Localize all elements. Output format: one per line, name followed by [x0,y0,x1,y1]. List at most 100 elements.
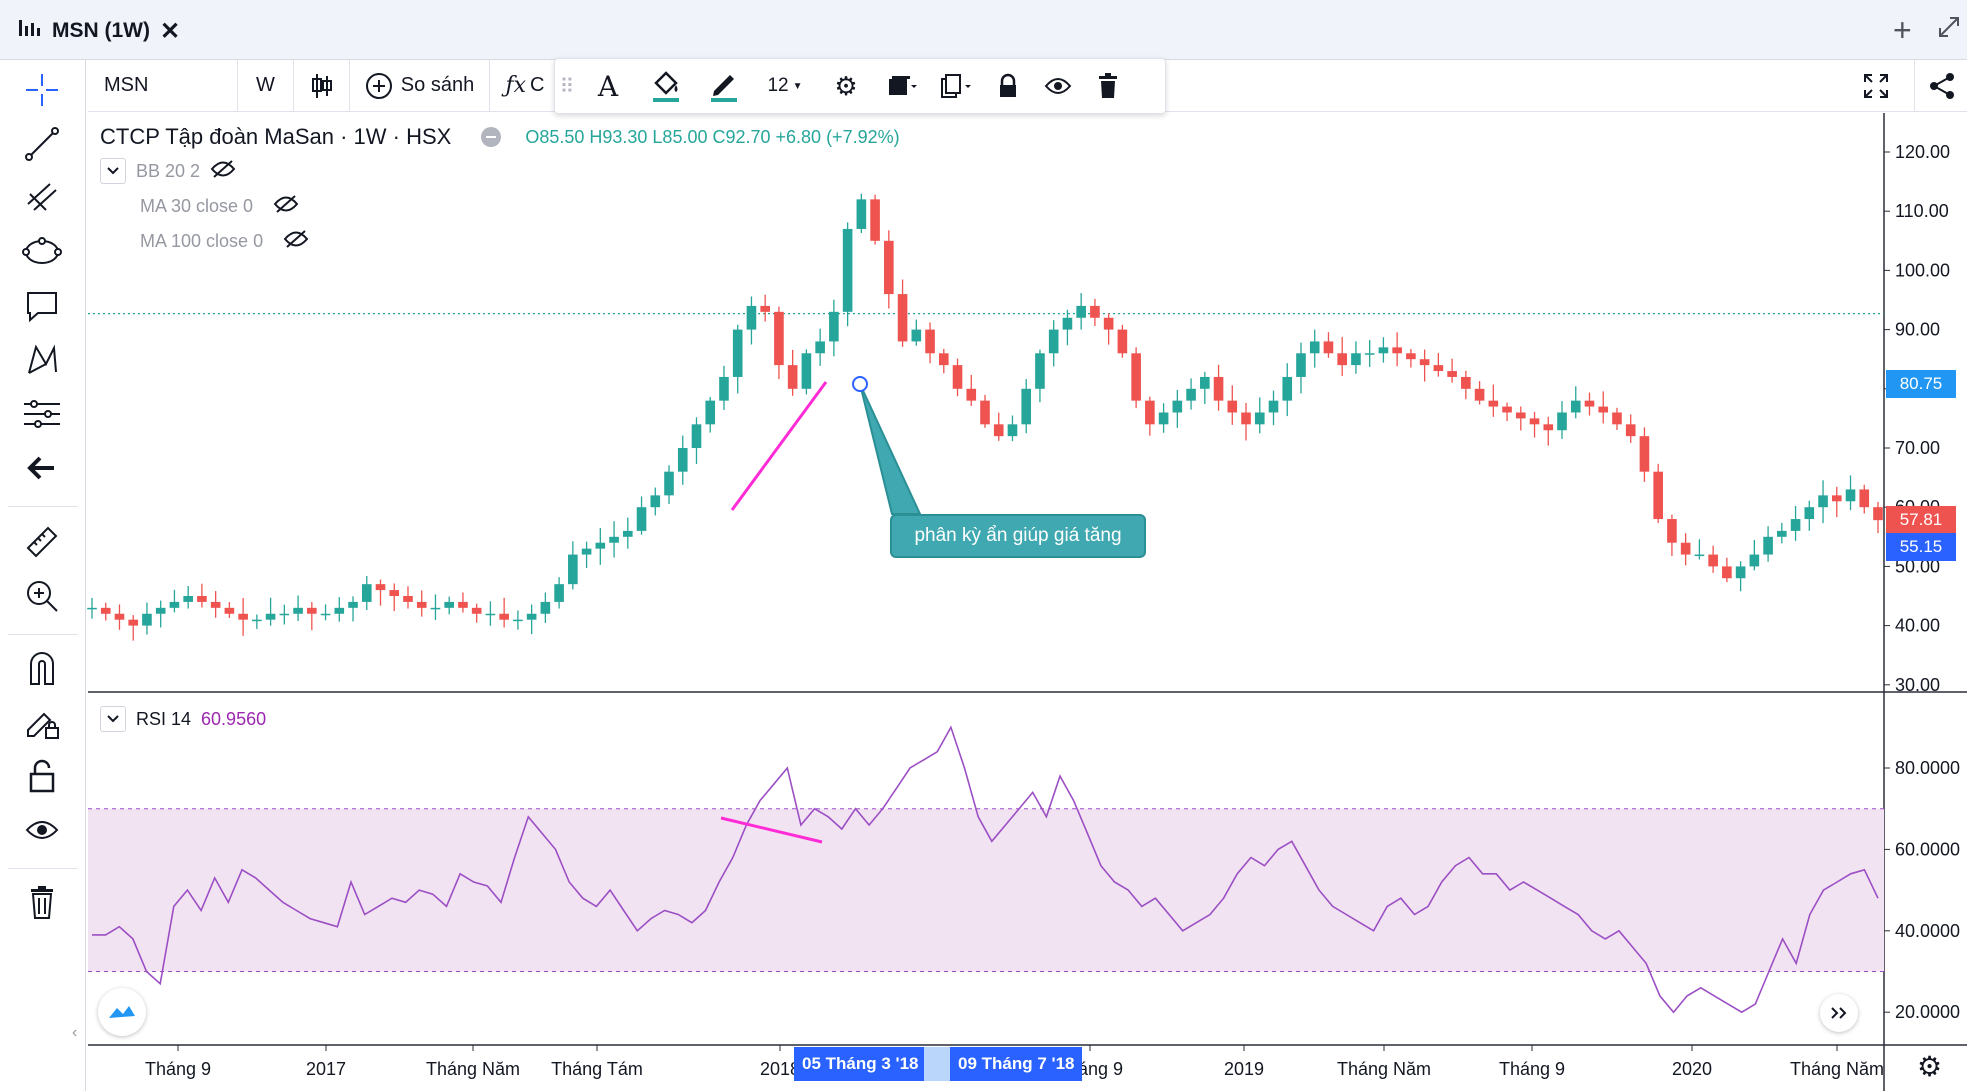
candle-body [1392,347,1402,354]
candle-body [252,619,262,622]
candle-body [1447,371,1457,377]
indicator-ma30: MA 30 close 0 [140,196,254,216]
price-tick-label: 70.00 [1895,438,1940,458]
legend-title: CTCP Tập đoàn MaSan · 1W · HSX [100,124,452,149]
candle-body [389,590,400,596]
candle-body [1804,507,1815,520]
candle-body [1831,495,1842,502]
collapse-sidebar-icon[interactable]: ‹ [72,1024,77,1042]
last-price-value: 57.81 [1899,510,1943,529]
legend-chevron-icon[interactable] [100,158,126,184]
candle-body [1158,412,1169,425]
candle-body [1667,519,1677,543]
x-range-end-badge: 09 Tháng 7 '18 [950,1047,1082,1081]
hidden-eye-icon[interactable] [283,229,309,254]
rsi-chevron-icon[interactable] [100,706,126,732]
rsi-value: 60.9560 [201,708,267,729]
candle-body [746,305,757,330]
price-tick-label: 100.00 [1895,260,1950,280]
candle-body [1570,400,1581,413]
collapse-legend-icon[interactable] [481,127,502,147]
hidden-eye-icon[interactable] [210,159,236,184]
x-range-end: 09 Tháng 7 '18 [958,1054,1075,1073]
candle-body [320,613,331,616]
price-tick-label: 30.00 [1895,675,1940,695]
x-range-start-badge: 05 Tháng 3 '18 [794,1047,924,1081]
candle-body [691,424,702,448]
candle-body [760,305,770,312]
annotation-callout[interactable]: phân kỳ ẩn giúp giá tăng [890,514,1146,558]
candle-body [458,601,468,608]
candle-body [664,471,674,496]
candle-body [1598,406,1609,413]
scroll-right-icon[interactable] [1820,994,1858,1032]
candle-body [485,613,496,616]
candle-body [1612,412,1622,425]
time-tick-label: Tháng Tám [551,1059,643,1079]
candle-body [1378,347,1389,354]
candle-body [1268,400,1279,413]
candle-body [595,542,606,549]
hidden-eye-icon[interactable] [273,194,299,219]
candle-body [677,448,688,472]
time-tick-label: Tháng Năm [426,1059,520,1079]
candle-body [787,365,798,389]
candle-body [1515,412,1526,419]
candle-body [87,607,97,610]
candle-body [1708,554,1718,567]
candle-body [416,601,427,608]
rsi-legend: RSI 14 60.9560 [100,706,266,732]
candle-body [1406,353,1416,360]
price-tick-label: 40.00 [1895,616,1940,636]
rsi-tick-label: 20.0000 [1895,1002,1960,1022]
candle-body [609,536,619,543]
candle-body [897,294,908,342]
candle-body [1818,495,1828,508]
rsi-tick-label: 60.0000 [1895,839,1960,859]
candle-body [1227,400,1238,413]
candle-body [334,607,345,614]
logo-icon[interactable] [98,988,146,1036]
rsi-tick-label: 80.0000 [1895,758,1960,778]
candle-body [993,424,1004,437]
rsi-name: RSI 14 [136,708,192,729]
x-range-start: 05 Tháng 3 '18 [802,1054,919,1073]
candle-body [142,613,152,626]
chart-settings-gear-icon[interactable]: ⚙ [1917,1050,1942,1083]
candle-body [155,607,166,614]
price-tick-label: 110.00 [1895,201,1949,221]
candle-body [540,601,551,614]
candle-body [622,530,633,537]
candle-body [499,613,509,620]
candle-body [1502,406,1512,413]
candle-body [1557,412,1567,431]
candle-body [526,613,537,620]
candle-body [1337,353,1348,366]
candle-body [471,607,482,614]
candle-body [1296,353,1306,377]
time-tick-label: Tháng 9 [145,1059,211,1079]
candle-body [650,495,661,508]
candle-body [1419,359,1430,366]
time-tick-label: 2017 [306,1059,346,1079]
time-tick-label: Tháng 9 [1499,1059,1565,1079]
candle-body [1007,424,1018,437]
candle-body [348,601,358,608]
candle-body [403,596,413,602]
candle-body [1213,376,1224,401]
candle-body [1200,376,1210,389]
candle-body [815,341,825,354]
candle-body [705,400,716,425]
candle-body [1845,489,1856,502]
candle-body [1694,554,1705,557]
candle-body [210,601,221,608]
candle-body [1735,566,1746,579]
candle-body [1145,400,1155,425]
annotation-text: phân kỳ ẩn giúp giá tăng [914,525,1122,546]
candle-body [238,613,248,620]
candle-body [636,507,647,531]
candle-body [801,353,812,389]
candle-body [183,596,193,602]
candle-body [1529,418,1540,425]
candle-body [100,607,111,614]
